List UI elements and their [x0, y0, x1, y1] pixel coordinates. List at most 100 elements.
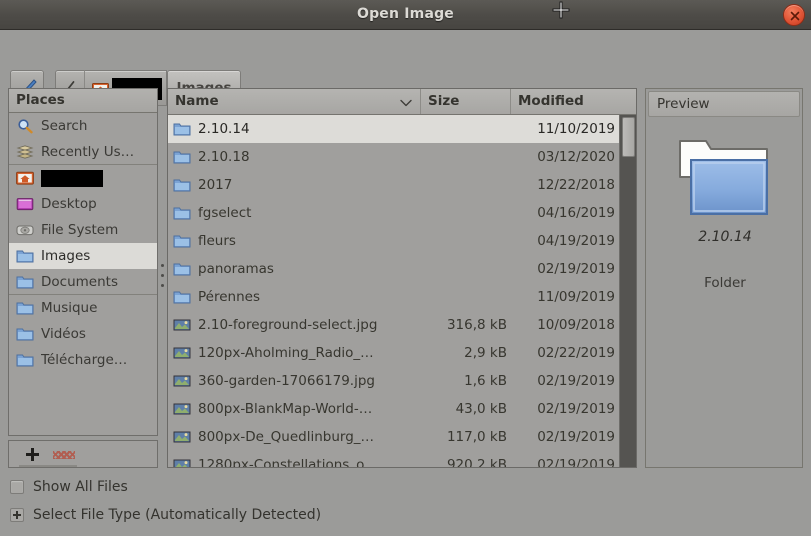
file-list-rows[interactable]: 2.10.14 11/10/2019 2.10.18 03/12/2020 2017 12… [168, 115, 621, 467]
image-thumb-icon [173, 429, 191, 445]
file-name-cell: 2.10.18 [168, 149, 428, 165]
column-header-size-label: Size [428, 93, 460, 109]
sidebar-item-label: Images [41, 248, 91, 264]
places-actions-bar [8, 440, 158, 468]
sidebar-item-musique[interactable]: Musique [9, 295, 157, 321]
file-name-cell: 120px-Aholming_Radio_… [168, 345, 428, 361]
expander-plus-icon[interactable] [10, 508, 24, 522]
table-row[interactable]: 2.10-foreground-select.jpg 316,8 kB 10/09/… [168, 311, 621, 339]
folder-icon [173, 149, 191, 165]
table-row[interactable]: 1280px-Constellations_o… 920,2 kB 02/19/20… [168, 451, 621, 467]
column-header-modified-label: Modified [518, 93, 584, 109]
file-name-cell: 800px-BlankMap-World-… [168, 401, 428, 417]
file-name-label: 360-garden-17066179.jpg [198, 373, 375, 389]
file-name-label: Pérennes [198, 289, 260, 305]
file-name-label: 2017 [198, 177, 233, 193]
file-name-label: 2.10.14 [198, 121, 250, 137]
title-bar[interactable]: Open Image [0, 0, 811, 30]
folder-icon [16, 274, 35, 290]
file-list-scrollbar[interactable] [619, 115, 636, 467]
sidebar-item-vid-os[interactable]: Vidéos [9, 321, 157, 347]
select-file-type-expander-row[interactable]: Select File Type (Automatically Detected… [10, 507, 321, 523]
sidebar-item-file-system[interactable]: File System [9, 217, 157, 243]
sidebar-item-label: Search [41, 118, 88, 134]
sidebar-item-desktop[interactable]: Desktop [9, 191, 157, 217]
file-name-cell: 1280px-Constellations_o… [168, 457, 428, 467]
remove-bookmark-icon[interactable] [53, 451, 75, 459]
splitter-dot [161, 274, 164, 277]
file-size-cell: 43,0 kB [455, 401, 507, 417]
column-header-size[interactable]: Size [421, 89, 511, 114]
places-list[interactable]: Places Search Recently Us… Desktop File Sys… [8, 88, 158, 436]
file-name-cell: 2.10.14 [168, 121, 428, 137]
sidebar-item-search[interactable]: Search [9, 113, 157, 139]
file-name-label: fgselect [198, 205, 252, 221]
file-modified-cell: 02/19/2019 [537, 457, 615, 467]
image-thumb-icon [173, 317, 191, 333]
file-list-scrollbar-thumb[interactable] [622, 117, 635, 157]
show-all-files-label: Show All Files [33, 479, 128, 495]
preview-file-type: Folder [704, 275, 746, 291]
search-icon [16, 118, 35, 134]
image-thumb-icon [173, 345, 191, 361]
table-row[interactable]: 800px-BlankMap-World-… 43,0 kB 02/19/2019 [168, 395, 621, 423]
sidebar-item-images[interactable]: Images [9, 243, 157, 269]
sidebar-item-label: Musique [41, 300, 98, 316]
image-thumb-icon [173, 401, 191, 417]
sidebar-item-label: Recently Us… [41, 143, 135, 160]
sidebar-splitter-handle[interactable] [159, 88, 167, 468]
window-title: Open Image [356, 6, 455, 22]
table-row[interactable]: panoramas 02/19/2019 [168, 255, 621, 283]
table-row[interactable]: 360-garden-17066179.jpg 1,6 kB 02/19/2019 [168, 367, 621, 395]
harddisk-icon [16, 222, 35, 238]
file-name-cell: 2017 [168, 177, 428, 193]
folder-icon [173, 261, 191, 277]
sidebar-item-label: Desktop [41, 196, 97, 212]
add-bookmark-icon[interactable] [21, 445, 43, 465]
column-header-name[interactable]: Name [168, 89, 421, 114]
file-name-label: 800px-BlankMap-World-… [198, 401, 373, 417]
sidebar-item-home[interactable] [9, 165, 157, 191]
folder-icon [16, 326, 35, 342]
file-modified-cell: 12/22/2018 [537, 177, 615, 193]
file-name-label: 1280px-Constellations_o… [198, 457, 378, 467]
preview-header: Preview [648, 91, 800, 117]
table-row[interactable]: fleurs 04/19/2019 [168, 227, 621, 255]
sidebar-item-t-l-charge[interactable]: Télécharge… [9, 347, 157, 373]
file-modified-cell: 02/22/2019 [537, 345, 615, 361]
folder-icon [16, 300, 35, 316]
table-row[interactable]: 2.10.14 11/10/2019 [168, 115, 621, 143]
table-row[interactable]: Pérennes 11/09/2019 [168, 283, 621, 311]
file-name-cell: fgselect [168, 205, 428, 221]
sidebar-item-documents[interactable]: Documents [9, 269, 157, 295]
file-modified-cell: 11/10/2019 [537, 121, 615, 137]
preview-file-name: 2.10.14 [698, 229, 752, 245]
chevron-down-icon [400, 99, 412, 107]
file-name-cell: 800px-De_Quedlinburg_… [168, 429, 428, 445]
table-row[interactable]: 2017 12/22/2018 [168, 171, 621, 199]
sidebar-item-recently-us[interactable]: Recently Us… [9, 139, 157, 165]
file-name-label: 120px-Aholming_Radio_… [198, 345, 374, 361]
table-row[interactable]: 120px-Aholming_Radio_… 2,9 kB 02/22/2019 [168, 339, 621, 367]
file-modified-cell: 02/19/2019 [537, 373, 615, 389]
places-header: Places [9, 89, 157, 113]
image-thumb-icon [173, 373, 191, 389]
file-name-cell: 2.10-foreground-select.jpg [168, 317, 428, 333]
toolbar: Images [0, 30, 811, 106]
show-all-files-checkbox-row[interactable]: Show All Files [10, 479, 128, 495]
file-size-cell: 920,2 kB [446, 457, 507, 467]
table-row[interactable]: 800px-De_Quedlinburg_… 117,0 kB 02/19/2019 [168, 423, 621, 451]
table-row[interactable]: 2.10.18 03/12/2020 [168, 143, 621, 171]
folder-large-icon [679, 140, 768, 215]
file-name-label: panoramas [198, 261, 274, 277]
close-icon[interactable] [783, 4, 805, 26]
column-header-name-label: Name [175, 93, 219, 109]
file-name-label: 2.10-foreground-select.jpg [198, 317, 378, 333]
file-name-label: fleurs [198, 233, 236, 249]
column-header-modified[interactable]: Modified [511, 89, 621, 114]
file-name-cell: Pérennes [168, 289, 428, 305]
show-all-files-checkbox[interactable] [10, 480, 24, 494]
sidebar-item-label: Vidéos [41, 326, 86, 342]
table-row[interactable]: fgselect 04/16/2019 [168, 199, 621, 227]
folder-icon [173, 177, 191, 193]
